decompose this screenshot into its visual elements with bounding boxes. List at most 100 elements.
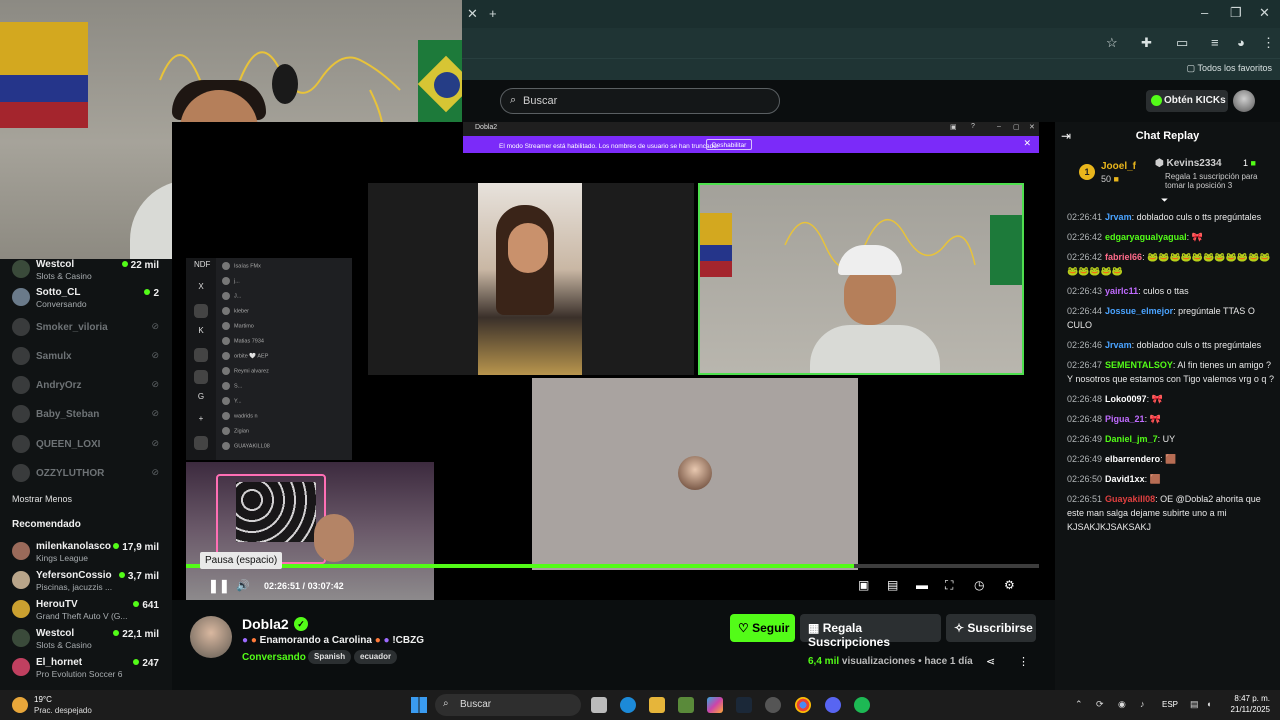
second-username[interactable]: ⬢ Kevins2334	[1155, 158, 1222, 169]
gift-subs-button[interactable]: ▦ Regala Suscripciones	[800, 614, 941, 649]
chat-username[interactable]: Guayakill08	[1105, 494, 1155, 504]
sidebar-channel[interactable]: Sotto_CL Conversando 2	[0, 284, 172, 312]
discord-member: j...	[222, 277, 240, 289]
chat-username[interactable]: Jrvam	[1105, 340, 1132, 350]
user-avatar[interactable]	[1233, 90, 1255, 112]
recommended-channel[interactable]: Westcol Slots & Casino 22,1 mil	[0, 625, 172, 653]
github-icon[interactable]	[765, 697, 781, 713]
seek-bar[interactable]	[186, 564, 1039, 568]
leader-username[interactable]: Jooel_f	[1101, 161, 1136, 172]
minecraft-icon[interactable]	[678, 697, 694, 713]
streamer-name[interactable]: Dobla2	[242, 616, 289, 632]
chat-username[interactable]: David1xx	[1105, 474, 1145, 484]
profile-icon[interactable]: ◕	[1237, 35, 1245, 50]
recommended-channel[interactable]: YefersonCossio Piscinas, jacuzzis ... 3,7 …	[0, 567, 172, 595]
chat-username[interactable]: elbarrendero	[1105, 454, 1160, 464]
tray-volume-icon[interactable]: ◖	[1206, 699, 1211, 709]
tray-network-icon[interactable]: ▤	[1190, 699, 1199, 710]
window-close-icon[interactable]: ✕	[1259, 5, 1270, 21]
channel-avatar	[12, 376, 30, 394]
new-tab-button[interactable]: +	[489, 6, 497, 21]
discord-member: S...	[222, 382, 242, 394]
inner-screen-icon: ▣	[950, 124, 957, 131]
stream-category[interactable]: Conversando	[242, 652, 306, 663]
discord-icon[interactable]	[825, 697, 841, 713]
channel-category: Piscinas, jacuzzis ...	[36, 582, 113, 592]
get-kicks-label: Obtén KICKs	[1164, 95, 1226, 106]
show-less-button[interactable]: Mostrar Menos	[12, 494, 72, 504]
file-explorer-icon[interactable]	[649, 697, 665, 713]
tray-date[interactable]: 21/11/2025	[1220, 705, 1270, 714]
theater-icon[interactable]: ▤	[887, 578, 898, 592]
chat-username[interactable]: yairlc11	[1105, 286, 1138, 296]
sidebar-channel[interactable]: Smoker_viloria ⊘	[0, 314, 172, 342]
chat-username[interactable]: Pigua_21	[1105, 414, 1145, 424]
maximize-icon[interactable]: ❐	[1230, 5, 1242, 21]
get-kicks-button[interactable]: Obtén KICKs	[1146, 90, 1228, 112]
chat-username[interactable]: Jossue_elmejor	[1105, 306, 1173, 316]
chrome-icon[interactable]	[795, 697, 811, 713]
weather-icon[interactable]	[12, 697, 28, 713]
sidebar-channel[interactable]: QUEEN_LOXI ⊘	[0, 431, 172, 459]
chat-username[interactable]: fabriel66	[1105, 252, 1142, 262]
share-icon[interactable]: ⋖	[986, 655, 995, 668]
channel-name: Smoker_viloria	[36, 322, 108, 333]
chat-username[interactable]: Loko0097	[1105, 394, 1147, 404]
sidebar-channel[interactable]: OZZYLUTHOR ⊘	[0, 460, 172, 488]
sidebar-channel[interactable]: Baby_Steban ⊘	[0, 401, 172, 429]
chat-username[interactable]: Daniel_jm_7	[1105, 434, 1158, 444]
follow-button[interactable]: ♡ Seguir	[730, 614, 795, 642]
menu-kebab-icon[interactable]: ⋮	[1262, 35, 1275, 51]
tray-app-icon[interactable]: ◉	[1118, 699, 1126, 710]
streamer-avatar[interactable]	[190, 616, 232, 658]
tray-chevron-icon[interactable]: ⌃	[1075, 699, 1083, 710]
inner-maximize-icon: ▢	[1013, 124, 1020, 131]
channel-name: AndryOrz	[36, 380, 82, 391]
recommended-channel[interactable]: milenkanolasco Kings League 17,9 mil	[0, 538, 172, 566]
tray-language[interactable]: ESP	[1162, 700, 1178, 709]
chat-username[interactable]: Jrvam	[1105, 212, 1132, 222]
start-button[interactable]	[411, 697, 427, 713]
leader-points: 50 ■	[1101, 174, 1119, 184]
tab-close-button[interactable]: ✕	[467, 6, 478, 22]
cast-icon[interactable]: ▭	[1176, 35, 1188, 51]
copilot-icon[interactable]	[707, 697, 723, 713]
chat-username[interactable]: SEMENTALSOY	[1105, 360, 1173, 370]
miniplayer-icon[interactable]: ▬	[916, 578, 928, 592]
streamer-bar-close-icon: ✕	[1023, 138, 1031, 148]
recommended-channel[interactable]: El_hornet Pro Evolution Soccer 6 247	[0, 654, 172, 682]
extensions-icon[interactable]: ✚	[1141, 35, 1152, 51]
volume-icon[interactable]: 🔊	[236, 579, 250, 592]
clip-icon[interactable]: ▣	[858, 578, 869, 592]
tag-spanish[interactable]: Spanish	[308, 650, 352, 664]
spotify-icon[interactable]	[854, 697, 870, 713]
steam-icon[interactable]	[736, 697, 752, 713]
tray-mic-icon[interactable]: ♪	[1140, 699, 1145, 709]
media-icon[interactable]: ≡	[1211, 35, 1219, 50]
more-options-icon[interactable]: ⋮	[1018, 655, 1029, 668]
search-input[interactable]: ⌕ Buscar	[500, 88, 780, 114]
recommended-channel[interactable]: HerouTV Grand Theft Auto V (G... 641	[0, 596, 172, 624]
chat-message: 02:26:41 Jrvam: dobladoo culs o tts pregú…	[1067, 212, 1262, 222]
subscribe-button[interactable]: ✧ Suscribirse	[946, 614, 1036, 642]
sidebar-channel[interactable]: Westcol Slots & Casino 22 mil	[0, 256, 172, 284]
sidebar-channel[interactable]: Samulx ⊘	[0, 343, 172, 371]
taskbar-search[interactable]: ⌕ Buscar	[435, 694, 581, 716]
sidebar-channel[interactable]: AndryOrz ⊘	[0, 372, 172, 400]
chevron-down-icon[interactable]: ⏷	[1161, 195, 1168, 206]
member-avatar	[222, 382, 230, 390]
tray-time[interactable]: 8:47 p. m.	[1230, 694, 1270, 703]
pause-icon[interactable]: ❚❚	[208, 578, 230, 594]
minimize-icon[interactable]: –	[1201, 5, 1208, 20]
video-player[interactable]: Dobla2 ▣ ? – ▢ ✕ El modo Streamer está h…	[172, 122, 1055, 600]
chat-username[interactable]: edgaryagualyagual	[1105, 232, 1187, 242]
fullscreen-icon[interactable]: ⛶	[945, 578, 953, 593]
edge-icon[interactable]	[620, 697, 636, 713]
tag-ecuador[interactable]: ecuador	[354, 650, 398, 664]
settings-gear-icon[interactable]: ⚙	[1004, 578, 1015, 592]
all-bookmarks-link[interactable]: ▢ Todos los favoritos	[1187, 63, 1272, 74]
bookmark-star-icon[interactable]: ☆	[1106, 35, 1118, 51]
speed-icon[interactable]: ◷	[974, 578, 984, 592]
task-view-icon[interactable]	[591, 697, 607, 713]
tray-sync-icon[interactable]: ⟳	[1096, 699, 1104, 710]
